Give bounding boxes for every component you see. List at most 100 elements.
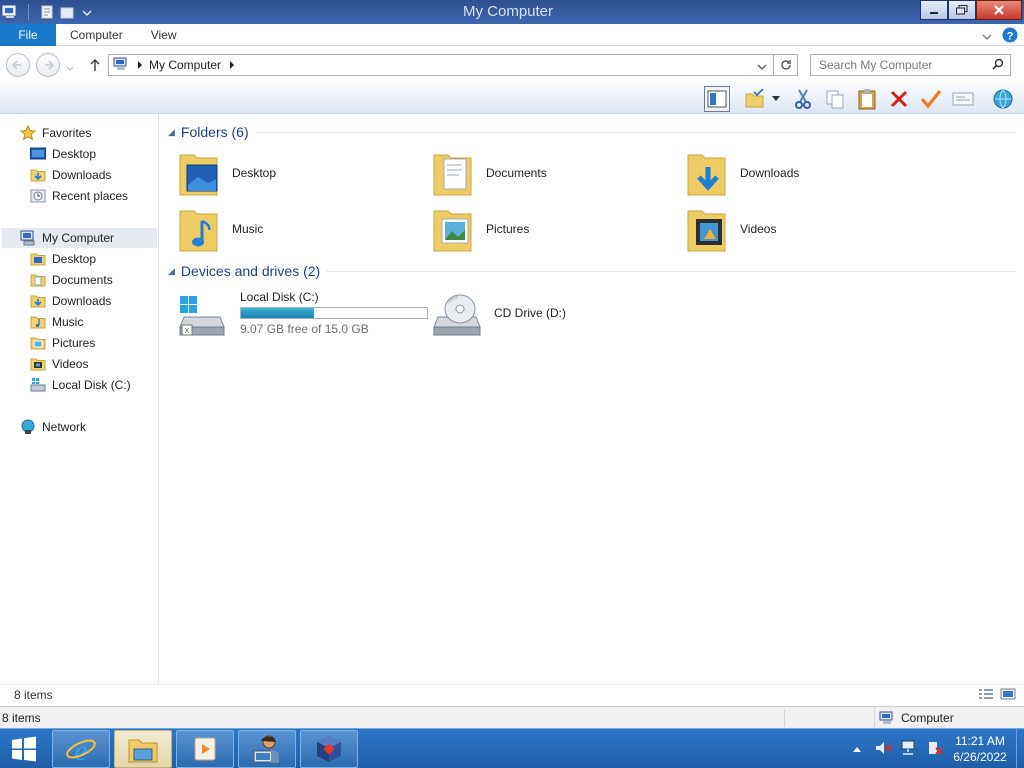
nav-favorites-desktop[interactable]: Desktop — [30, 144, 96, 164]
action-center-alert-icon[interactable] — [926, 740, 944, 759]
nav-computer-downloads[interactable]: Downloads — [30, 291, 111, 311]
rename-button[interactable] — [918, 86, 944, 112]
documents-folder-icon — [433, 154, 472, 196]
address-bar[interactable]: My Computer — [108, 54, 774, 76]
computer-icon — [20, 230, 35, 246]
folder-tile-music[interactable]: Music — [178, 203, 263, 255]
show-hidden-icons-icon[interactable] — [852, 742, 862, 756]
item-count: 8 items — [14, 687, 53, 702]
collapse-arrow-icon[interactable]: ◢ — [168, 127, 175, 138]
clock[interactable]: 11:21 AM 6/26/2022 — [948, 733, 1012, 765]
ribbon-expand-icon[interactable] — [982, 30, 992, 44]
folder-tile-pictures[interactable]: Pictures — [432, 203, 529, 255]
music-folder-icon — [30, 316, 46, 329]
videos-folder-icon — [687, 210, 726, 252]
large-icons-view-icon[interactable] — [1000, 688, 1016, 703]
search-icon[interactable] — [992, 58, 1004, 73]
cut-button[interactable] — [790, 86, 816, 112]
taskbar-user-app[interactable] — [238, 730, 296, 768]
maximize-button[interactable] — [948, 0, 976, 20]
close-icon — [994, 5, 1004, 15]
nav-computer-videos[interactable]: Videos — [30, 354, 88, 374]
nav-favorites[interactable]: Favorites — [20, 123, 91, 143]
globe-icon — [993, 89, 1013, 109]
delete-button[interactable] — [886, 86, 912, 112]
tab-file[interactable]: File — [0, 23, 56, 46]
drive-info: Local Disk (C:) 9.07 GB free of 15.0 GB — [240, 290, 428, 336]
taskbar-internet-explorer[interactable]: e — [52, 730, 110, 768]
address-dropdown-icon[interactable] — [757, 61, 767, 75]
folder-label: Documents — [486, 166, 547, 180]
title-bar: My Computer — [0, 0, 1024, 24]
drive-tile-cd-drive[interactable]: CD Drive (D:) — [432, 286, 566, 340]
recent-places-icon — [30, 189, 46, 203]
select-folder-button[interactable] — [742, 86, 768, 112]
start-button[interactable] — [6, 733, 42, 765]
search-input[interactable]: Search My Computer — [810, 54, 1011, 76]
refresh-button[interactable] — [774, 54, 798, 76]
drive-name: CD Drive (D:) — [494, 306, 566, 320]
recent-locations-icon[interactable] — [66, 61, 74, 75]
network-globe-button[interactable] — [990, 86, 1016, 112]
downloads-folder-icon — [30, 295, 46, 308]
preview-pane-icon — [707, 90, 727, 108]
nav-computer-pictures[interactable]: Pictures — [30, 333, 95, 353]
music-folder-icon — [179, 210, 218, 252]
downloads-folder-icon — [687, 154, 726, 196]
downloads-folder-icon — [30, 169, 46, 182]
taskbar-file-explorer[interactable] — [114, 730, 172, 768]
breadcrumb-arrow-icon[interactable] — [229, 58, 235, 72]
close-button[interactable] — [976, 0, 1022, 20]
folders-group-title: Folders (6) — [180, 124, 249, 140]
window-title: My Computer — [462, 3, 554, 20]
nav-my-computer[interactable]: My Computer — [2, 228, 157, 248]
user-at-computer-icon — [253, 735, 279, 763]
nav-network[interactable]: Network — [20, 417, 86, 437]
tab-computer[interactable]: Computer — [56, 28, 137, 42]
folder-tile-documents[interactable]: Documents — [432, 147, 547, 199]
dropdown-arrow-icon — [772, 96, 780, 101]
drive-tile-local-disk[interactable]: X Local Disk (C:) 9.07 GB free of 15.0 G… — [178, 286, 428, 340]
folder-label: Pictures — [486, 222, 530, 236]
nav-item-label: Documents — [52, 273, 113, 287]
details-view-icon[interactable] — [978, 688, 994, 703]
file-explorer-icon — [128, 739, 158, 763]
restore-icon — [956, 5, 968, 15]
checkmark-icon — [920, 90, 942, 109]
copy-icon — [826, 90, 844, 109]
preview-pane-button[interactable] — [704, 86, 730, 112]
network-status-icon[interactable] — [900, 740, 918, 759]
nav-favorites-recent-places[interactable]: Recent places — [30, 186, 128, 206]
breadcrumb-my-computer[interactable]: My Computer — [149, 58, 221, 72]
volume-muted-icon[interactable] — [874, 740, 892, 759]
taskbar-3d-cube-app[interactable] — [300, 730, 358, 768]
nav-computer-local-disk[interactable]: Local Disk (C:) — [30, 375, 131, 395]
folder-tile-downloads[interactable]: Downloads — [686, 147, 799, 199]
breadcrumb-arrow-icon[interactable] — [137, 58, 143, 72]
cube-icon — [317, 736, 341, 762]
show-desktop-button[interactable] — [1016, 729, 1024, 768]
paste-button[interactable] — [854, 86, 880, 112]
nav-computer-music[interactable]: Music — [30, 312, 83, 332]
nav-computer-desktop[interactable]: Desktop — [30, 249, 96, 269]
minimize-button[interactable] — [920, 0, 948, 20]
nav-computer-documents[interactable]: Documents — [30, 270, 113, 290]
up-arrow-icon[interactable] — [88, 57, 102, 76]
network-icon — [21, 419, 35, 434]
delete-x-icon — [890, 90, 908, 108]
nav-favorites-downloads[interactable]: Downloads — [30, 165, 111, 185]
properties-button[interactable] — [950, 86, 976, 112]
folder-dropdown-button[interactable] — [768, 86, 784, 112]
taskbar-media-player[interactable] — [176, 730, 234, 768]
devices-group-header[interactable]: ◢ Devices and drives (2) — [168, 263, 1016, 279]
folder-tile-desktop[interactable]: Desktop — [178, 147, 276, 199]
tab-view[interactable]: View — [137, 28, 191, 42]
folder-tile-videos[interactable]: Videos — [686, 203, 776, 255]
nav-item-label: Pictures — [52, 336, 96, 350]
forward-button[interactable] — [36, 53, 60, 77]
help-icon[interactable]: ? — [1002, 27, 1018, 46]
collapse-arrow-icon[interactable]: ◢ — [168, 266, 175, 277]
back-button[interactable] — [6, 53, 30, 77]
folders-group-header[interactable]: ◢ Folders (6) — [168, 124, 1016, 140]
copy-button[interactable] — [822, 86, 848, 112]
